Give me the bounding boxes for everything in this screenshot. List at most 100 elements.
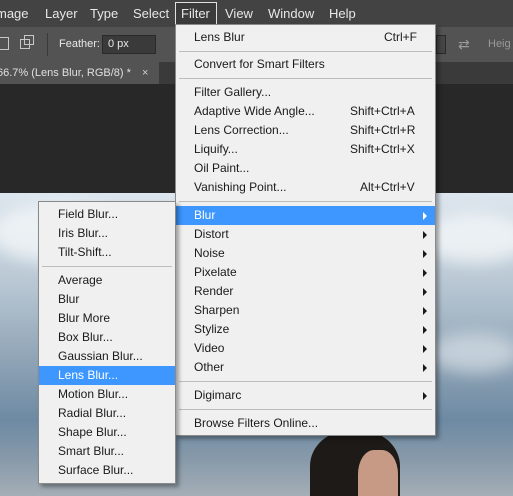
menu-item-label: Iris Blur... <box>58 226 109 240</box>
menu-item-box-blur[interactable]: Box Blur... <box>39 328 175 347</box>
menu-item-shortcut: Alt+Ctrl+V <box>360 180 415 194</box>
menu-item-label: Sharpen <box>194 303 240 317</box>
menu-item-sharpen[interactable]: Sharpen <box>176 301 435 320</box>
menu-item-label: Gaussian Blur... <box>58 349 143 363</box>
menu-item-distort[interactable]: Distort <box>176 225 435 244</box>
swap-icon[interactable]: ⇄ <box>458 36 470 53</box>
menu-item-label: Shape Blur... <box>58 425 127 439</box>
document-tab[interactable]: 66.7% (Lens Blur, RGB/8) * × <box>0 62 159 84</box>
menu-item-label: Radial Blur... <box>58 406 127 420</box>
menu-item-noise[interactable]: Noise <box>176 244 435 263</box>
submenu-arrow-icon <box>423 307 427 315</box>
cloud-shape <box>430 333 513 373</box>
menu-item-filter-gallery[interactable]: Filter Gallery... <box>176 83 435 102</box>
menu-item-motion-blur[interactable]: Motion Blur... <box>39 385 175 404</box>
menu-item-blur-more[interactable]: Blur More <box>39 309 175 328</box>
blur-submenu: Field Blur... Iris Blur... Tilt-Shift...… <box>38 201 176 484</box>
menu-item-label: Noise <box>194 246 225 260</box>
menu-item-label: Blur More <box>58 311 111 325</box>
menu-separator <box>179 51 432 52</box>
menu-item-blur[interactable]: Blur <box>39 290 175 309</box>
menu-window[interactable]: Window <box>268 0 314 27</box>
feather-input[interactable]: 0 px <box>102 35 156 54</box>
menu-select[interactable]: Select <box>133 0 169 27</box>
menubar: mage Layer Type Select Filter View Windo… <box>0 0 513 27</box>
submenu-arrow-icon <box>423 231 427 239</box>
menu-item-label: Surface Blur... <box>58 463 134 477</box>
menu-item-shortcut: Shift+Ctrl+A <box>350 104 415 118</box>
menu-separator <box>179 381 432 382</box>
new-selection-icon[interactable] <box>0 37 9 50</box>
menu-item-blur[interactable]: Blur <box>176 206 435 225</box>
menu-item-render[interactable]: Render <box>176 282 435 301</box>
submenu-arrow-icon <box>423 345 427 353</box>
person-skin <box>358 450 398 496</box>
menu-item-label: Liquify... <box>194 142 238 156</box>
menu-item-iris-blur[interactable]: Iris Blur... <box>39 224 175 243</box>
menu-item-label: Stylize <box>194 322 230 336</box>
menu-filter[interactable]: Filter <box>175 2 217 26</box>
menu-item-label: Vanishing Point... <box>194 180 287 194</box>
menu-separator <box>179 78 432 79</box>
menu-item-digimarc[interactable]: Digimarc <box>176 386 435 405</box>
menu-item-lens-blur[interactable]: Lens Blur... <box>39 366 175 385</box>
menu-item-vanishing-point[interactable]: Vanishing Point... Alt+Ctrl+V <box>176 178 435 197</box>
menu-layer[interactable]: Layer <box>45 0 78 27</box>
menu-item-average[interactable]: Average <box>39 271 175 290</box>
menu-item-shortcut: Shift+Ctrl+X <box>350 142 415 156</box>
menu-item-label: Digimarc <box>194 388 242 402</box>
menu-item-field-blur[interactable]: Field Blur... <box>39 205 175 224</box>
close-icon[interactable]: × <box>142 62 148 84</box>
width-input[interactable] <box>436 35 446 54</box>
menu-item-label: Render <box>194 284 234 298</box>
menu-item-label: Filter Gallery... <box>194 85 272 99</box>
menu-item-label: Lens Correction... <box>194 123 289 137</box>
menu-item-shape-blur[interactable]: Shape Blur... <box>39 423 175 442</box>
menu-separator <box>42 266 172 267</box>
filter-menu: Lens Blur Ctrl+F Convert for Smart Filte… <box>175 24 436 436</box>
menu-item-label: Convert for Smart Filters <box>194 57 325 71</box>
menu-item-label: Video <box>194 341 225 355</box>
menu-item-video[interactable]: Video <box>176 339 435 358</box>
menu-item-label: Smart Blur... <box>58 444 125 458</box>
menu-item-label: Blur <box>194 208 216 222</box>
menu-type[interactable]: Type <box>90 0 118 27</box>
menu-item-pixelate[interactable]: Pixelate <box>176 263 435 282</box>
menu-item-radial-blur[interactable]: Radial Blur... <box>39 404 175 423</box>
menu-item-tilt-shift[interactable]: Tilt-Shift... <box>39 243 175 262</box>
submenu-arrow-icon <box>423 392 427 400</box>
submenu-arrow-icon <box>423 269 427 277</box>
menu-item-label: Motion Blur... <box>58 387 129 401</box>
menu-item-convert-smart-filters[interactable]: Convert for Smart Filters <box>176 55 435 74</box>
menu-help[interactable]: Help <box>329 0 356 27</box>
menu-item-surface-blur[interactable]: Surface Blur... <box>39 461 175 480</box>
submenu-arrow-icon <box>423 212 427 220</box>
menu-item-label: Lens Blur <box>194 30 245 44</box>
menu-item-other[interactable]: Other <box>176 358 435 377</box>
height-label: Heig <box>488 38 511 50</box>
menu-item-lens-correction[interactable]: Lens Correction... Shift+Ctrl+R <box>176 121 435 140</box>
document-tab-title: 66.7% (Lens Blur, RGB/8) * <box>0 67 131 79</box>
menu-item-lens-blur-last[interactable]: Lens Blur Ctrl+F <box>176 28 435 47</box>
menu-item-label: Distort <box>194 227 229 241</box>
menu-item-oil-paint[interactable]: Oil Paint... <box>176 159 435 178</box>
menu-item-stylize[interactable]: Stylize <box>176 320 435 339</box>
feather-label: Feather: <box>59 38 100 50</box>
add-to-selection-icon[interactable] <box>20 35 34 50</box>
menu-item-label: Browse Filters Online... <box>194 416 319 430</box>
submenu-arrow-icon <box>423 250 427 258</box>
menu-item-smart-blur[interactable]: Smart Blur... <box>39 442 175 461</box>
menu-item-label: Oil Paint... <box>194 161 250 175</box>
menu-view[interactable]: View <box>225 0 253 27</box>
menu-item-label: Adaptive Wide Angle... <box>194 104 315 118</box>
menu-image[interactable]: mage <box>0 0 29 27</box>
menu-item-label: Tilt-Shift... <box>58 245 112 259</box>
submenu-arrow-icon <box>423 288 427 296</box>
options-separator <box>47 33 48 56</box>
menu-item-browse-filters-online[interactable]: Browse Filters Online... <box>176 414 435 433</box>
submenu-arrow-icon <box>423 326 427 334</box>
menu-item-label: Box Blur... <box>58 330 113 344</box>
menu-item-liquify[interactable]: Liquify... Shift+Ctrl+X <box>176 140 435 159</box>
menu-item-adaptive-wide-angle[interactable]: Adaptive Wide Angle... Shift+Ctrl+A <box>176 102 435 121</box>
menu-item-gaussian-blur[interactable]: Gaussian Blur... <box>39 347 175 366</box>
